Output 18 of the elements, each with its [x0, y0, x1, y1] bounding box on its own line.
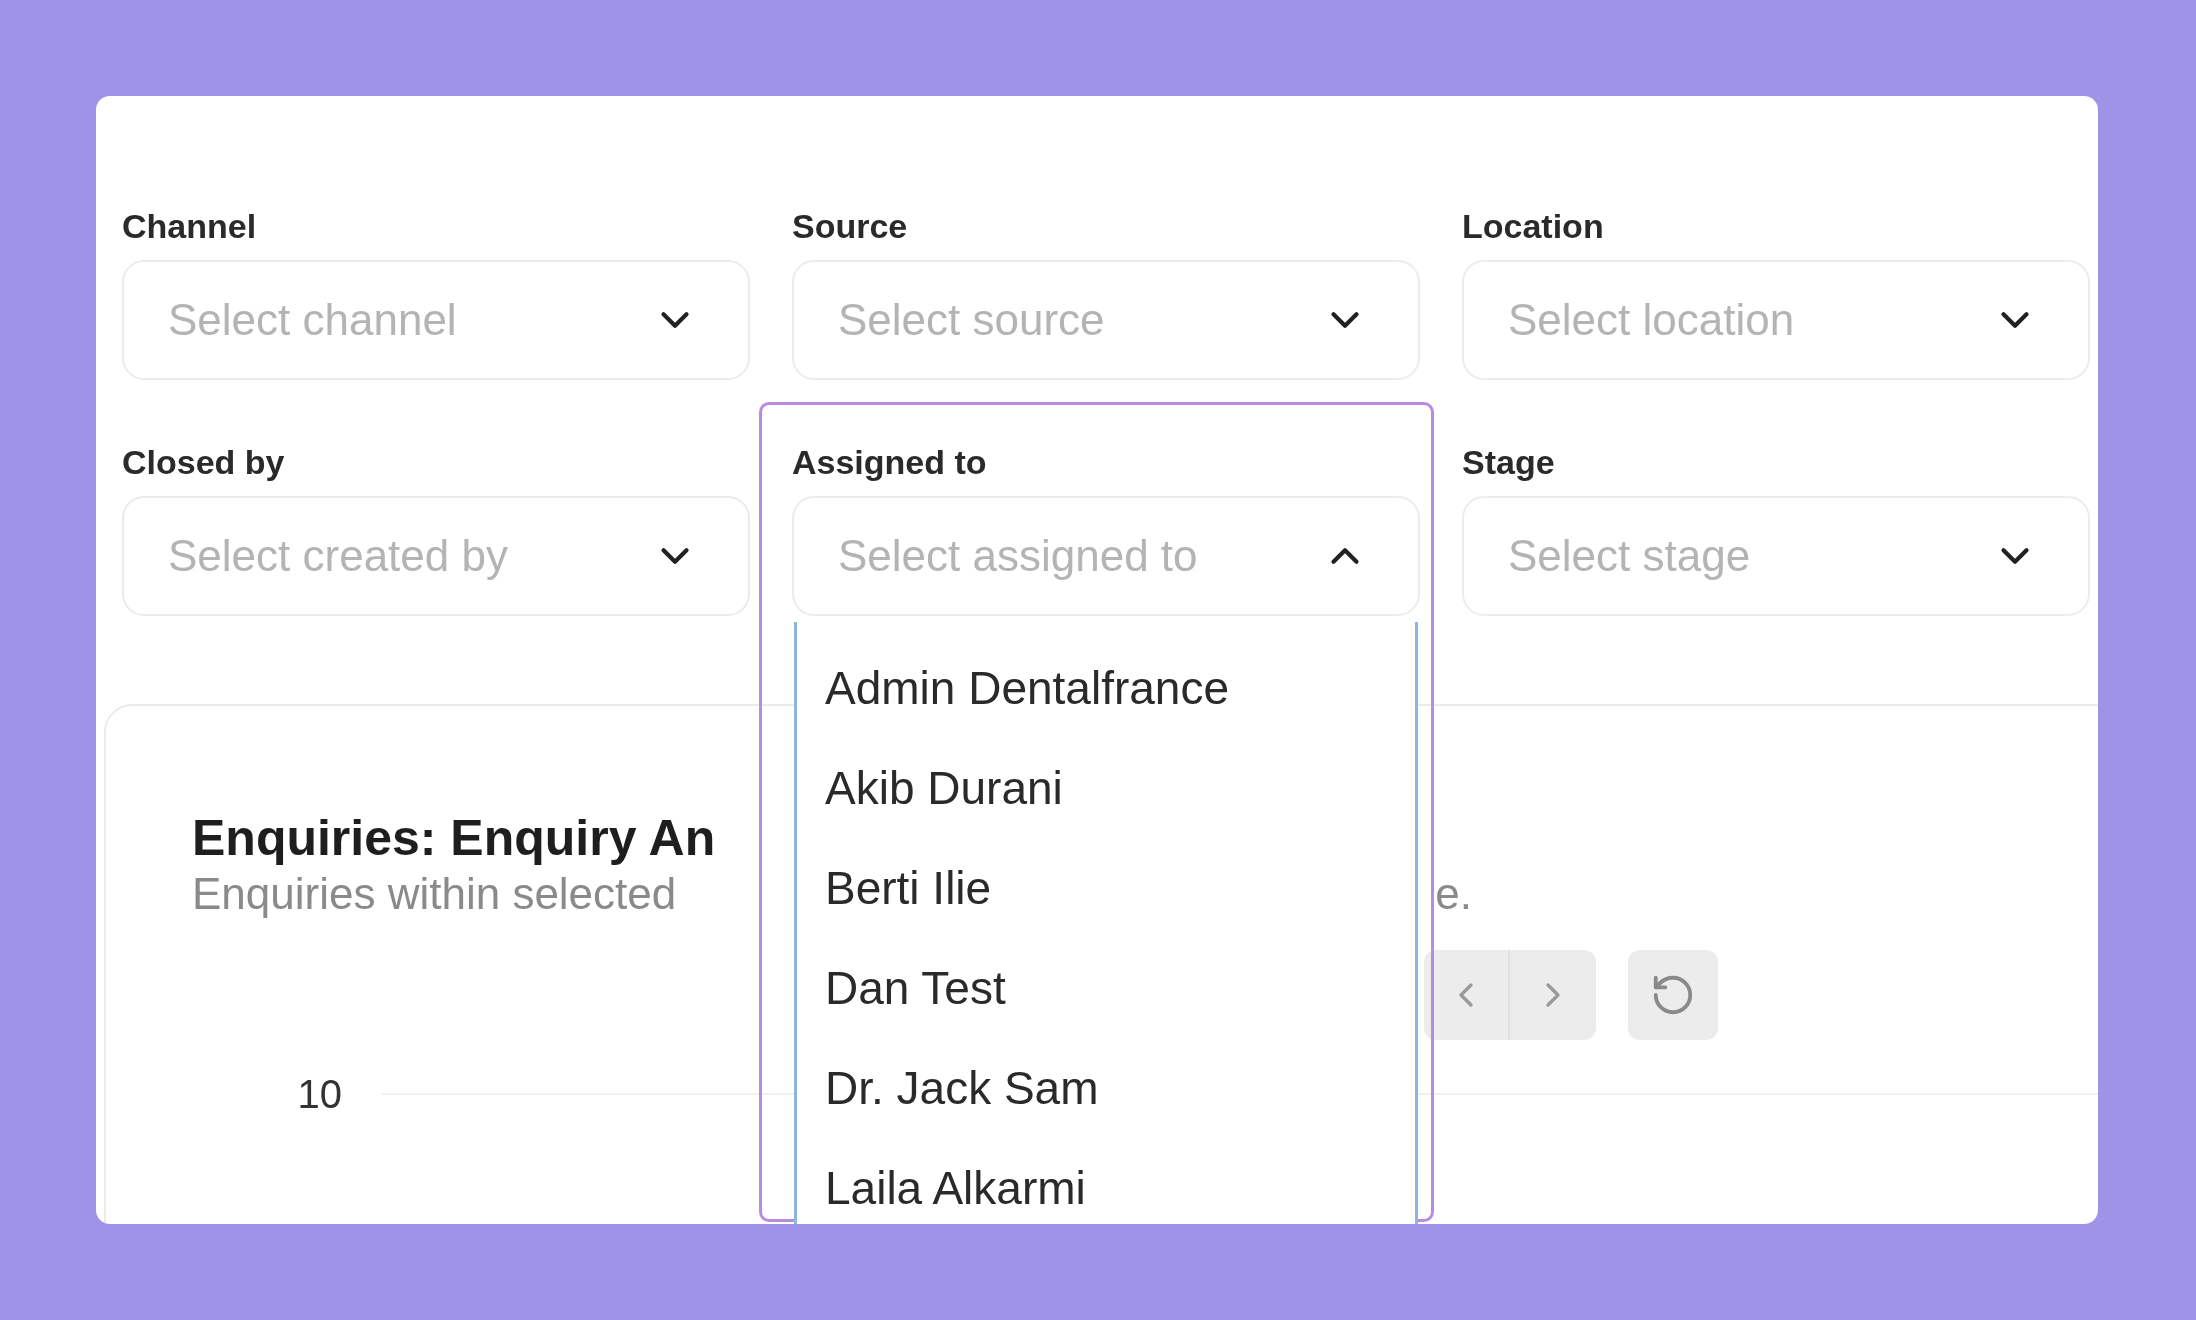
dropdown-option[interactable]: Admin Dentalfrance	[797, 638, 1415, 738]
dropdown-option[interactable]: Akib Durani	[797, 738, 1415, 838]
reset-button[interactable]	[1628, 950, 1718, 1040]
previous-button[interactable]	[1424, 950, 1510, 1040]
field-label: Assigned to	[792, 442, 988, 482]
dropdown-option[interactable]: Dr. Jack Sam	[797, 1038, 1415, 1138]
dropdown-option[interactable]: Dan Test	[797, 938, 1415, 1038]
dropdown-option[interactable]: Laila Alkarmi	[797, 1138, 1415, 1224]
field-label: Channel	[122, 206, 258, 246]
chart-subtitle: Enquiries within selected	[192, 868, 677, 920]
chart-subtitle: e.	[1435, 868, 1472, 920]
field-label: Source	[792, 206, 909, 246]
dropdown-option[interactable]: Berti Ilie	[797, 838, 1415, 938]
field-label: Closed by	[122, 442, 286, 482]
field-label: Stage	[1462, 442, 1556, 482]
chart-title: Enquiries: Enquiry An	[192, 809, 716, 868]
axis-label: 10	[296, 1071, 342, 1118]
field-label: Location	[1462, 206, 1605, 246]
